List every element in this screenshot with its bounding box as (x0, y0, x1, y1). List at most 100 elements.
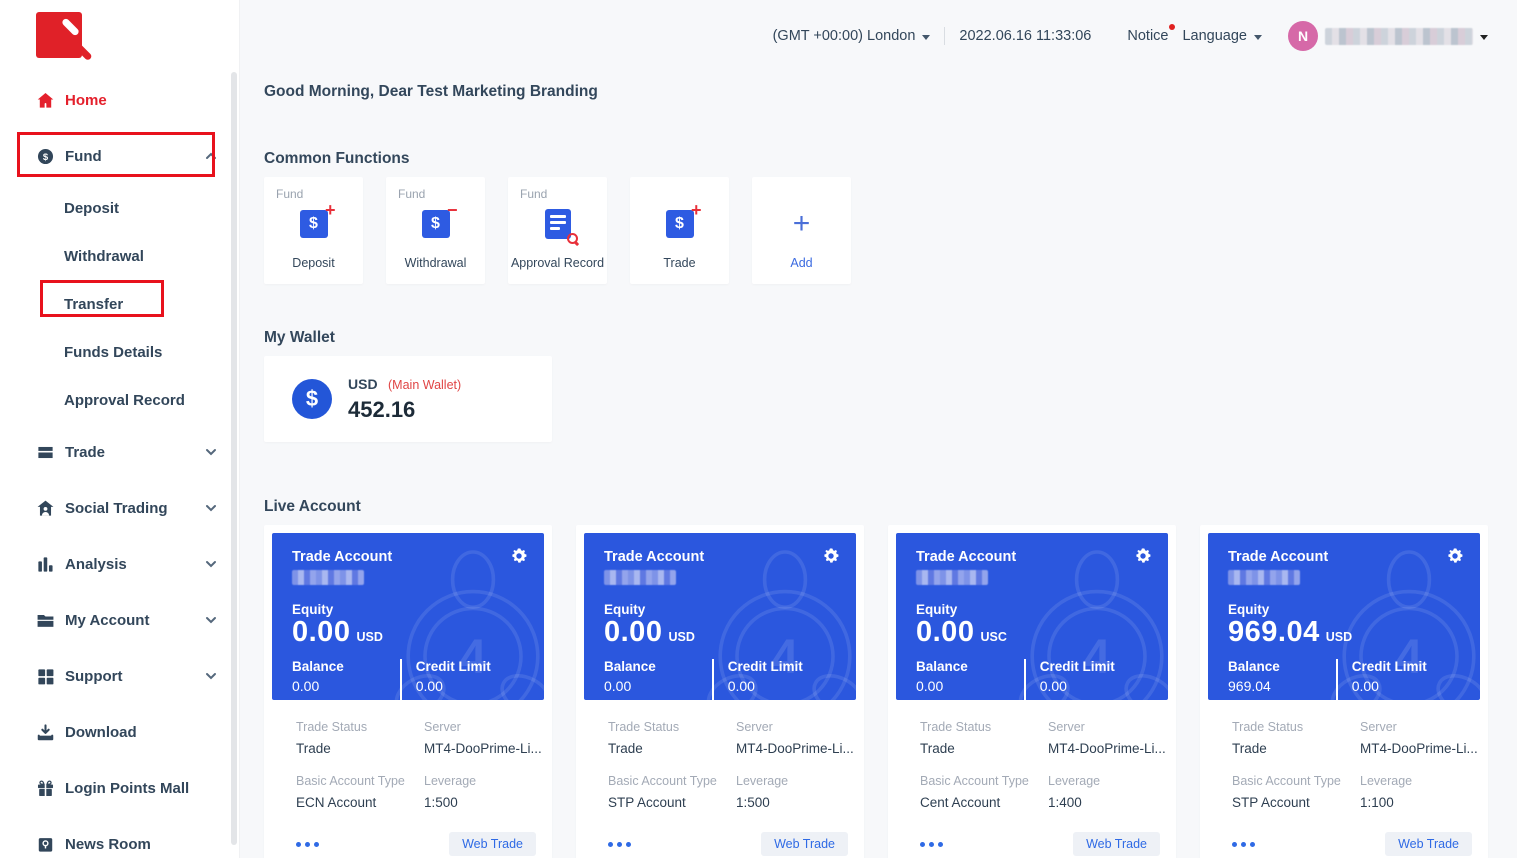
dollar-glyph: $ (309, 215, 318, 233)
more-actions-button[interactable] (296, 842, 319, 847)
sidebar-item-funds-details[interactable]: Funds Details (0, 328, 239, 376)
plus-badge-icon: + (325, 201, 336, 219)
function-category (764, 187, 851, 201)
common-functions-title: Common Functions (264, 150, 1488, 168)
equity-label: Equity (604, 602, 836, 617)
gear-icon[interactable] (822, 547, 840, 570)
equity-currency: USD (356, 630, 382, 644)
server-value: MT4-DooPrime-Li... (424, 741, 542, 756)
function-card-deposit[interactable]: Fund $+ Deposit (264, 177, 363, 284)
gear-icon[interactable] (1446, 547, 1464, 570)
common-functions-row: Fund $+ Deposit Fund $− Withdrawal Fund … (264, 177, 1488, 284)
gear-icon[interactable] (1134, 547, 1152, 570)
dollar-glyph: $ (431, 215, 440, 233)
sidebar-item-label: Trade (65, 444, 105, 461)
brand-logo[interactable] (36, 12, 82, 58)
wallet-amount: 452.16 (348, 397, 461, 423)
wallet-dollar-icon: $ (292, 379, 332, 419)
sidebar-item-label: Withdrawal (64, 248, 144, 265)
function-label: Add (752, 256, 851, 270)
balance-block: Balance 969.04 (1228, 659, 1336, 700)
gear-icon[interactable] (510, 547, 528, 570)
server-label: Server (1360, 720, 1478, 734)
sidebar-item-label: My Account (65, 612, 149, 629)
account-type-label: Basic Account Type (1232, 774, 1360, 788)
trade-status-value: Trade (1232, 741, 1360, 756)
function-card-approval-record[interactable]: Fund Approval Record (508, 177, 607, 284)
sidebar-nav: Home $ Fund Deposit Withdrawal Transfer … (0, 72, 239, 858)
account-number-redacted (916, 570, 988, 585)
credit-limit-block: Credit Limit 0.00 (1040, 659, 1148, 700)
sidebar-item-label: Approval Record (64, 392, 185, 409)
web-trade-button[interactable]: Web Trade (1073, 832, 1160, 856)
sidebar-item-download[interactable]: Download (0, 704, 239, 760)
user-menu[interactable]: N (1288, 21, 1488, 51)
account-details: Trade StatusTrade ServerMT4-DooPrime-Li.… (272, 700, 544, 810)
chevron-up-icon (205, 152, 217, 160)
sidebar-item-social-trading[interactable]: Social Trading (0, 480, 239, 536)
sidebar-item-label: Deposit (64, 200, 119, 217)
main-content: (GMT +00:00) London 2022.06.16 11:33:06 … (240, 0, 1517, 858)
notice-button[interactable]: Notice (1127, 28, 1168, 44)
news-icon (36, 835, 55, 854)
leverage-value: 1:500 (424, 795, 542, 810)
sidebar-item-transfer[interactable]: Transfer (0, 280, 239, 328)
sidebar-scrollbar[interactable] (231, 72, 237, 845)
web-trade-button[interactable]: Web Trade (1385, 832, 1472, 856)
trade-account-label: Trade Account (292, 549, 524, 565)
sidebar-item-my-account[interactable]: My Account (0, 592, 239, 648)
sidebar-item-label: Transfer (64, 296, 123, 313)
wallet-card[interactable]: $ USD (Main Wallet) 452.16 (264, 356, 552, 442)
notice-label: Notice (1127, 28, 1168, 44)
sidebar-item-analysis[interactable]: Analysis (0, 536, 239, 592)
leverage-label: Leverage (1048, 774, 1166, 788)
sidebar-item-news-room[interactable]: News Room (0, 816, 239, 858)
web-trade-button[interactable]: Web Trade (449, 832, 536, 856)
function-card-add[interactable]: + Add (752, 177, 851, 284)
more-actions-button[interactable] (1232, 842, 1255, 847)
divider (1336, 659, 1337, 700)
credit-limit-value: 0.00 (416, 678, 524, 694)
credit-limit-block: Credit Limit 0.00 (416, 659, 524, 700)
more-actions-button[interactable] (920, 842, 943, 847)
divider (712, 659, 713, 700)
timezone-selector[interactable]: (GMT +00:00) London (773, 28, 931, 44)
account-type-value: STP Account (608, 795, 736, 810)
function-category: Fund (398, 187, 485, 201)
minus-badge-icon: − (447, 201, 458, 219)
sidebar-item-label: Support (65, 668, 123, 685)
balance-block: Balance 0.00 (604, 659, 712, 700)
server-label: Server (736, 720, 854, 734)
more-actions-button[interactable] (608, 842, 631, 847)
web-trade-button[interactable]: Web Trade (761, 832, 848, 856)
sidebar-item-approval-record[interactable]: Approval Record (0, 376, 239, 424)
equity-label: Equity (916, 602, 1148, 617)
function-card-trade[interactable]: $+ Trade (630, 177, 729, 284)
balance-value: 0.00 (916, 678, 1024, 694)
server-value: MT4-DooPrime-Li... (1048, 741, 1166, 756)
sidebar-item-deposit[interactable]: Deposit (0, 184, 239, 232)
leverage-value: 1:500 (736, 795, 854, 810)
balance-label: Balance (292, 659, 400, 674)
function-category (642, 187, 729, 201)
sidebar-item-withdrawal[interactable]: Withdrawal (0, 232, 239, 280)
sidebar-item-login-points-mall[interactable]: Login Points Mall (0, 760, 239, 816)
function-card-withdrawal[interactable]: Fund $− Withdrawal (386, 177, 485, 284)
account-type-value: ECN Account (296, 795, 424, 810)
sidebar-item-home[interactable]: Home (0, 72, 239, 128)
sidebar-item-support[interactable]: Support (0, 648, 239, 704)
sidebar: Home $ Fund Deposit Withdrawal Transfer … (0, 0, 240, 858)
sidebar-item-fund[interactable]: $ Fund (0, 128, 239, 184)
live-account-card: 4 Trade Account Equity 0.00USD Balance 0… (264, 525, 552, 858)
balance-block: Balance 0.00 (916, 659, 1024, 700)
sidebar-item-trade[interactable]: Trade (0, 424, 239, 480)
account-summary-panel: 4 Trade Account Equity 0.00USD Balance 0… (272, 533, 544, 700)
approval-record-icon (545, 209, 571, 239)
language-label: Language (1182, 28, 1247, 44)
sidebar-item-label: Analysis (65, 556, 127, 573)
trade-status-label: Trade Status (296, 720, 424, 734)
credit-limit-label: Credit Limit (1352, 659, 1460, 674)
credit-limit-label: Credit Limit (728, 659, 836, 674)
language-selector[interactable]: Language (1182, 28, 1262, 44)
live-account-card: 4 Trade Account Equity 969.04USD Balance… (1200, 525, 1488, 858)
